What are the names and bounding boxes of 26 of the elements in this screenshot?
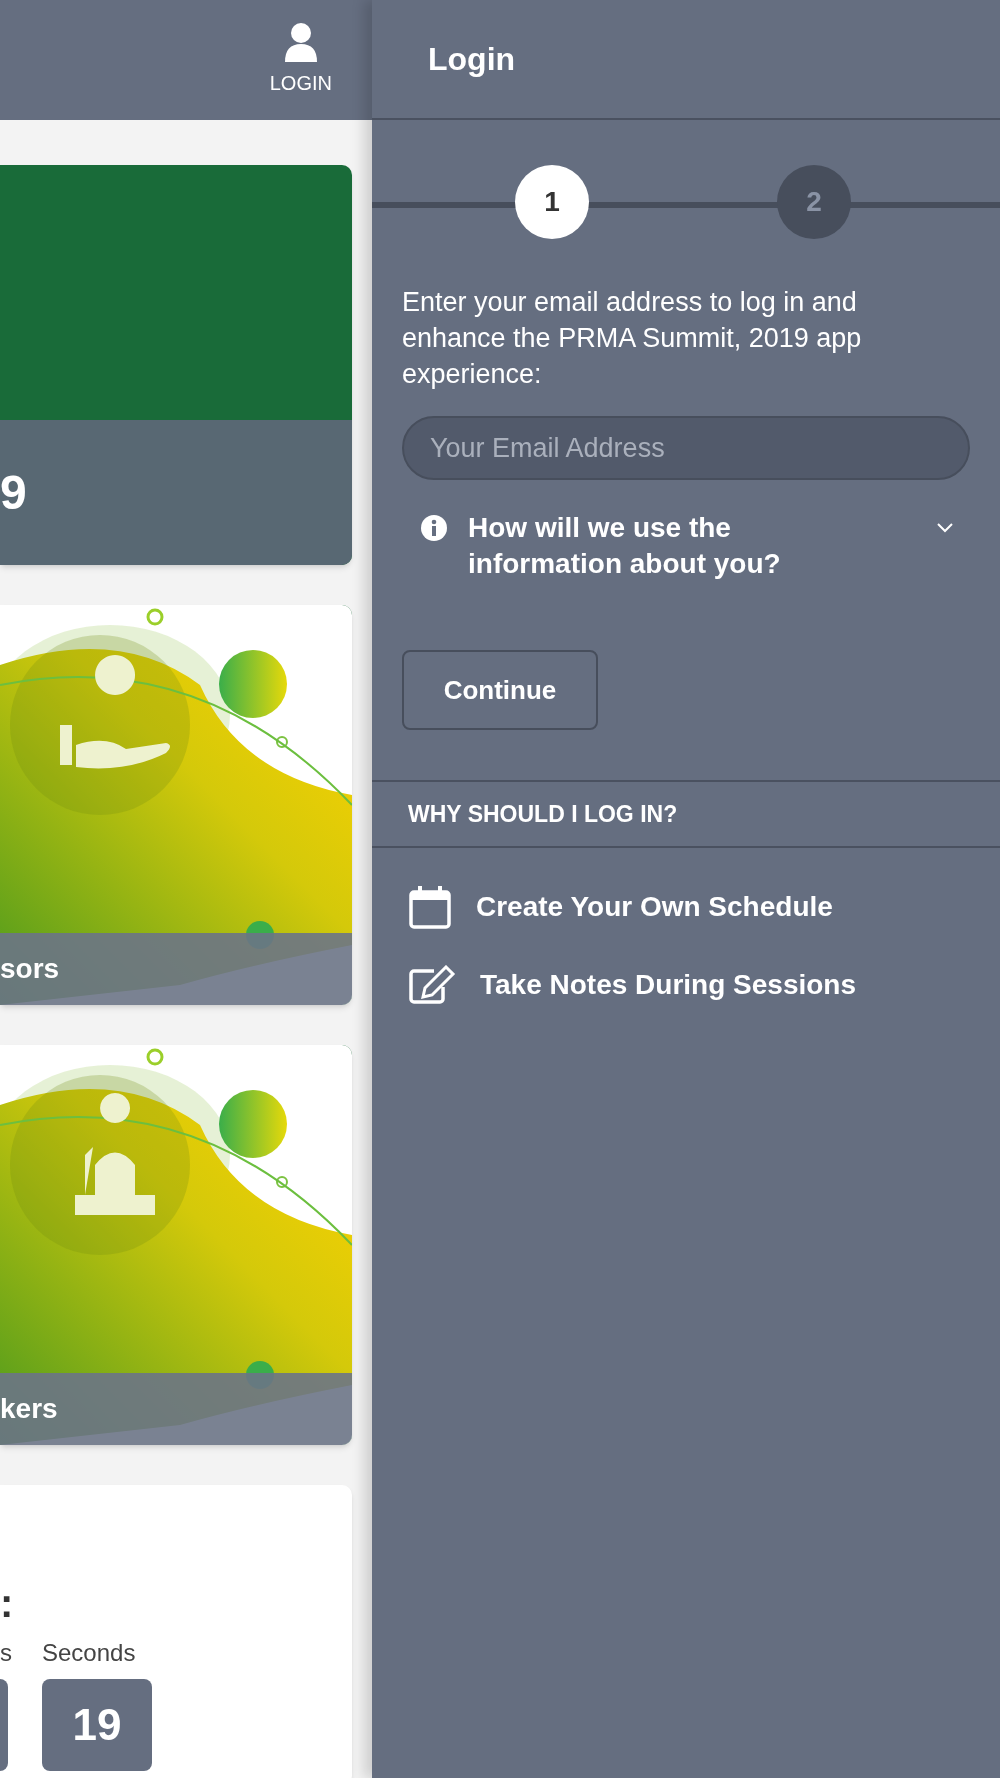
countdown-value: 19 bbox=[42, 1679, 152, 1771]
info-icon bbox=[420, 514, 448, 542]
countdown-separator: : bbox=[0, 1580, 14, 1627]
continue-button[interactable]: Continue bbox=[402, 650, 598, 730]
section-heading: WHY SHOULD I LOG IN? bbox=[408, 799, 678, 829]
pencil-note-icon bbox=[408, 965, 456, 1005]
chevron-icon bbox=[936, 522, 954, 534]
step-indicator: 1 bbox=[515, 165, 589, 239]
card-caption: 9 bbox=[0, 464, 27, 521]
calendar-icon bbox=[408, 884, 452, 930]
email-field[interactable]: Your Email Address bbox=[402, 416, 970, 480]
info-toggle[interactable]: How will we use the information about you? bbox=[402, 510, 970, 582]
step-indicator: 2 bbox=[777, 165, 851, 239]
user-icon bbox=[282, 22, 319, 62]
card[interactable]: 9 bbox=[0, 165, 352, 565]
intro-text: Enter your email address to log in and enhance the PRMA Summit, 2019 app experience: bbox=[402, 286, 863, 391]
benefit-text: Take Notes During Sessions bbox=[480, 968, 857, 1002]
unit-label: s bbox=[0, 1638, 12, 1668]
card-caption: sors bbox=[0, 952, 60, 986]
unit-label: Seconds bbox=[42, 1638, 137, 1668]
benefit-text: Create Your Own Schedule bbox=[476, 890, 833, 924]
card[interactable]: sors bbox=[0, 605, 352, 1005]
card-caption: kers bbox=[0, 1392, 58, 1426]
login-button[interactable]: LOGIN bbox=[269, 22, 332, 98]
panel-title: Login bbox=[428, 40, 516, 79]
card[interactable]: kers bbox=[0, 1045, 352, 1445]
